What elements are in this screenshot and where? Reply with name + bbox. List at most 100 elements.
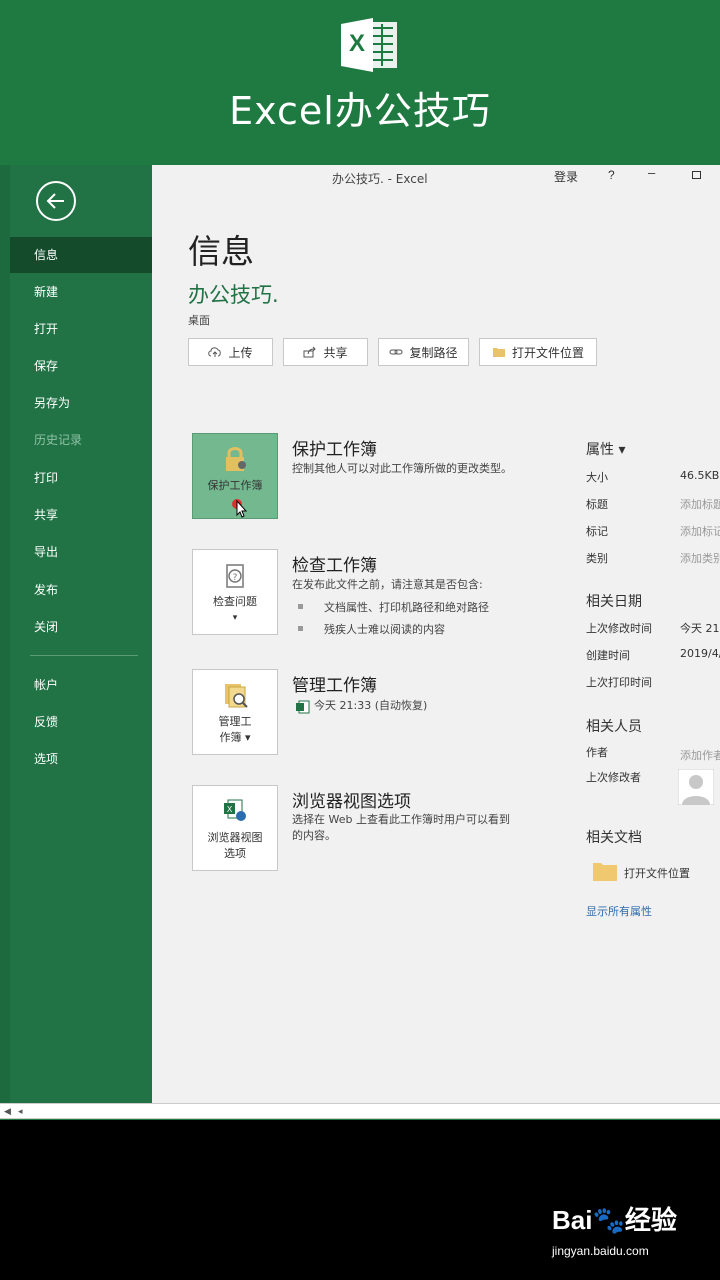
lock-icon <box>226 447 246 471</box>
sidebar-item-close[interactable]: 关闭 <box>10 609 152 645</box>
size-value: 46.5KB <box>680 469 720 482</box>
browser-view-tile[interactable]: X 浏览器视图 选项 <box>192 785 278 871</box>
help-button[interactable]: ? <box>608 168 615 182</box>
sidebar-item-account[interactable]: 帐户 <box>10 667 152 703</box>
show-all-properties-link[interactable]: 显示所有属性 <box>586 903 652 919</box>
sidebar-item-info[interactable]: 信息 <box>10 237 152 273</box>
window-title: 办公技巧. - Excel <box>332 172 428 186</box>
signin-link[interactable]: 登录 <box>554 168 578 185</box>
related-docs-heading: 相关文档 <box>586 830 642 846</box>
sidebar-item-feedback[interactable]: 反馈 <box>10 704 152 740</box>
title-field[interactable]: 添加标题 <box>680 496 720 512</box>
mouse-cursor-icon <box>232 499 247 518</box>
author-label: 作者 <box>586 746 608 759</box>
sidebar-item-export[interactable]: 导出 <box>10 534 152 570</box>
inspect-bullet: 残疾人士难以阅读的内容 <box>298 621 445 637</box>
protect-workbook-tile-label: 保护工作簿 <box>207 479 263 492</box>
related-dates-heading: 相关日期 <box>586 594 642 610</box>
scroll-left-icon[interactable]: ◂ <box>18 1106 23 1117</box>
sidebar-item-open[interactable]: 打开 <box>10 311 152 347</box>
last-modified-label: 上次修改时间 <box>586 622 652 635</box>
inspect-bullet-text: 文档属性、打印机路径和绝对路径 <box>324 601 489 614</box>
watermark-brand: Bai🐾经验 <box>552 1205 677 1235</box>
upload-button[interactable]: 上传 <box>188 338 273 366</box>
link-icon <box>389 349 403 355</box>
back-button[interactable] <box>36 181 76 221</box>
sidebar-item-new[interactable]: 新建 <box>10 274 152 310</box>
sidebar-item-share[interactable]: 共享 <box>10 497 152 533</box>
excel-logo-icon: X <box>337 16 403 74</box>
info-pane: 办公技巧. - Excel 登录 ? – 信息 办公技巧. 桌面 上传 共享 复… <box>152 165 720 1105</box>
protect-workbook-title: 保护工作簿 <box>292 440 377 460</box>
properties-dropdown[interactable]: 属性 ▾ <box>586 439 625 459</box>
manage-workbook-tile-label: 作簿 ▾ <box>219 731 251 744</box>
copy-path-label: 复制路径 <box>409 345 458 360</box>
browser-view-desc: 选择在 Web 上查看此工作簿时用户可以看到的内容。 <box>292 813 510 842</box>
banner-title: Excel办公技巧 <box>229 89 491 133</box>
manage-workbook-title: 管理工作簿 <box>292 676 377 696</box>
tags-field[interactable]: 添加标记 <box>680 523 720 539</box>
browser-view-tile-label: 浏览器视图 <box>207 831 263 844</box>
watermark-url: jingyan.baidu.com <box>552 1244 649 1258</box>
open-location-button[interactable]: 打开文件位置 <box>479 338 597 366</box>
inspect-workbook-tile[interactable]: ? 检查问题 ▾ <box>192 549 278 635</box>
backstage-sidebar: 信息 新建 打开 保存 另存为 历史记录 打印 共享 导出 发布 关闭 帐户 反… <box>0 165 152 1105</box>
svg-text:?: ? <box>233 573 238 583</box>
created-label: 创建时间 <box>586 649 630 662</box>
sidebar-item-options[interactable]: 选项 <box>10 741 152 777</box>
avatar <box>678 769 714 805</box>
chevron-down-icon: ▾ <box>232 613 238 623</box>
protect-workbook-tile[interactable]: 保护工作簿 <box>192 433 278 519</box>
last-modified-by-label: 上次修改者 <box>586 771 641 784</box>
last-modified-value: 今天 21:33 <box>680 622 720 635</box>
upload-label: 上传 <box>228 345 253 360</box>
excel-logo-letter: X <box>349 30 366 57</box>
folder-icon <box>492 348 505 357</box>
page-title: 信息 <box>188 232 254 271</box>
manage-workbook-tile-label: 管理工 <box>218 715 252 728</box>
svg-text:X: X <box>227 805 233 814</box>
copy-path-button[interactable]: 复制路径 <box>378 338 469 366</box>
sidebar-item-print[interactable]: 打印 <box>10 460 152 496</box>
inspect-bullet-text: 残疾人士难以阅读的内容 <box>324 623 445 636</box>
browser-view-title: 浏览器视图选项 <box>292 792 411 812</box>
share-label: 共享 <box>323 345 348 360</box>
inspect-workbook-title: 检查工作簿 <box>292 556 377 576</box>
sidebar-divider <box>30 655 138 656</box>
inspect-document-icon: ? <box>226 564 244 588</box>
title-label: 标题 <box>586 498 608 511</box>
document-location: 桌面 <box>188 314 210 327</box>
share-button[interactable]: 共享 <box>283 338 368 366</box>
banner: X Excel办公技巧 <box>0 0 720 165</box>
open-location-link[interactable]: 打开文件位置 <box>624 865 690 881</box>
inspect-workbook-tile-label: 检查问题 <box>213 595 257 608</box>
manage-workbook-tile[interactable]: 管理工 作簿 ▾ <box>192 669 278 755</box>
excel-file-icon <box>296 700 310 714</box>
category-label: 类别 <box>586 552 608 565</box>
inspect-bullet: 文档属性、打印机路径和绝对路径 <box>298 599 489 615</box>
manage-workbook-icon <box>225 684 248 708</box>
category-field[interactable]: 添加类别 <box>680 550 720 566</box>
sidebar-item-publish[interactable]: 发布 <box>10 572 152 608</box>
author-field[interactable]: 添加作者 <box>680 747 720 763</box>
open-location-label: 打开文件位置 <box>511 345 584 360</box>
inspect-workbook-desc: 在发布此文件之前，请注意其是否包含: <box>292 578 483 591</box>
protect-workbook-desc: 控制其他人可以对此工作簿所做的更改类型。 <box>292 462 512 475</box>
autorecover-version[interactable]: 今天 21:33 (自动恢复) <box>314 698 544 714</box>
baidu-watermark: Bai🐾经验 jingyan.baidu.com <box>552 1200 712 1270</box>
sidebar-item-save-as[interactable]: 另存为 <box>10 385 152 421</box>
cloud-upload-icon <box>208 347 222 357</box>
browser-view-icon: X <box>224 799 246 821</box>
folder-icon <box>593 863 617 881</box>
tags-label: 标记 <box>586 525 608 538</box>
sidebar-item-save[interactable]: 保存 <box>10 348 152 384</box>
last-printed-label: 上次打印时间 <box>586 676 652 689</box>
sidebar-item-history: 历史记录 <box>34 433 83 447</box>
scroll-left-icon[interactable]: ◀ <box>4 1106 11 1117</box>
minimize-button[interactable]: – <box>648 165 655 180</box>
share-icon <box>303 346 317 358</box>
back-arrow-icon <box>46 193 64 209</box>
browser-view-tile-label: 选项 <box>224 847 246 860</box>
maximize-button[interactable] <box>692 171 701 179</box>
horizontal-scrollbar[interactable]: ◀ ◂ <box>0 1103 720 1119</box>
